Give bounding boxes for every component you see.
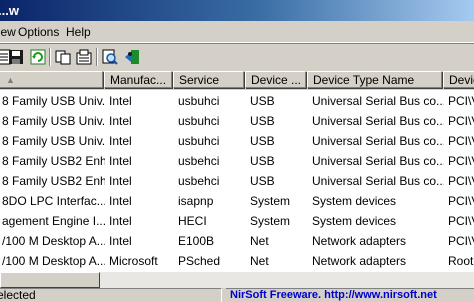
title-bar[interactable]: ...w [0,0,474,21]
column-header-service[interactable]: Service [173,71,244,88]
cell-manufacturer: Intel [109,194,132,208]
list-header: ▲ Manufac... Service Device ... Device T… [0,71,474,90]
table-row[interactable]: 8 Family USB2 Enh... Intel usbehci USB Unive… [0,171,474,191]
refresh-icon[interactable] [28,47,48,67]
cell-device-id: PCI\V [448,234,474,248]
table-row[interactable]: 8 Family USB Univ... Intel usbuhci USB Unive… [0,131,474,151]
cell-device-id: PCI\V [448,214,474,228]
cell-device-id: PCI\V [448,94,474,108]
cell-manufacturer: Intel [109,234,132,248]
cell-manufacturer: Intel [109,174,132,188]
cell-device-id: PCI\V [448,174,474,188]
menu-bar: View Options Help [0,22,474,43]
cell-device-class: System [250,194,291,208]
column-header-manufacturer[interactable]: Manufac... [104,71,172,88]
cell-device-type-name: Universal Serial Bus co... [312,134,444,148]
cell-device-class: Net [250,234,269,248]
cell-service: usbehci [178,174,220,188]
horizontal-scrollbar[interactable] [0,272,474,288]
sort-arrow-icon: ▲ [6,75,15,85]
cell-device-class: USB [250,134,275,148]
cell-device-name: 8 Family USB2 Enh... [2,154,105,168]
find-icon[interactable] [100,47,120,67]
cell-device-id: PCI\V [448,114,474,128]
report-icon[interactable] [74,47,94,67]
cell-manufacturer: Intel [109,214,132,228]
cell-device-type-name: System devices [312,214,397,228]
cell-device-class: System [250,214,291,228]
toolbar [0,43,474,72]
cell-device-name: 8 Family USB2 Enh... [2,174,105,188]
cell-device-id: PCI\V [448,134,474,148]
table-row[interactable]: agement Engine I... Intel HECI System System… [0,211,474,231]
cell-device-type-name: Network adapters [312,234,407,248]
cell-service: usbuhci [178,94,220,108]
cell-device-type-name: Network adapters [312,254,407,268]
cell-service: usbuhci [178,134,220,148]
cell-device-name: 8 Family USB Univ... [2,114,105,128]
cell-service: isapnp [178,194,214,208]
cell-manufacturer: Microsoft [109,254,158,268]
cell-device-class: USB [250,114,275,128]
cell-device-id: Root' [448,254,474,268]
column-header-device-type-name[interactable]: Device Type Name [307,71,442,88]
menu-help[interactable]: Help [66,22,91,42]
cell-device-class: Net [250,254,269,268]
copy-icon[interactable] [53,47,73,67]
cell-device-name: 8DO LPC Interfac... [2,194,105,208]
exit-icon[interactable] [122,47,142,67]
cell-device-class: USB [250,174,275,188]
toolbar-separator [49,48,51,66]
cell-device-name: /100 M Desktop A... [2,254,105,268]
cell-service: HECI [178,214,207,228]
cell-device-type-name: Universal Serial Bus co... [312,174,444,188]
save-icon[interactable] [6,47,26,67]
cell-manufacturer: Intel [109,134,132,148]
status-credit-panel: NirSoft Freeware. http://www.nirsoft.net [226,288,474,302]
scrollbar-thumb[interactable] [0,272,100,288]
cell-device-type-name: Universal Serial Bus co... [312,94,444,108]
cell-service: PSched [178,254,221,268]
cell-manufacturer: Intel [109,94,132,108]
table-row[interactable]: /100 M Desktop A... Microsoft PSched Net Net… [0,251,474,271]
status-selected-text: elected [0,288,36,302]
cell-manufacturer: Intel [109,154,132,168]
cell-device-name: 8 Family USB Univ... [2,134,105,148]
cell-device-class: USB [250,94,275,108]
toolbar-separator [96,48,98,66]
column-header-device-class[interactable]: Device ... [245,71,306,88]
device-list[interactable]: ▲ Manufac... Service Device ... Device T… [0,71,474,272]
window-title: ...w [0,3,19,18]
cell-service: E100B [178,234,215,248]
cell-device-id: PCI\V [448,194,474,208]
cell-service: usbuhci [178,114,220,128]
cell-service: usbehci [178,154,220,168]
status-bar: elected NirSoft Freeware. http://www.nir… [0,288,474,302]
cell-device-name: agement Engine I... [2,214,105,228]
cell-device-name: 8 Family USB Univ... [2,94,105,108]
nirsoft-link[interactable]: NirSoft Freeware. http://www.nirsoft.net [230,288,437,302]
column-header-device-id[interactable]: Device [443,71,474,88]
table-row[interactable]: 8DO LPC Interfac... Intel isapnp System Syst… [0,191,474,211]
table-row[interactable]: /100 M Desktop A... Intel E100B Net Network … [0,231,474,251]
table-row[interactable]: 8 Family USB Univ... Intel usbuhci USB Unive… [0,111,474,131]
status-selected-panel: elected [0,288,222,302]
cell-device-name: /100 M Desktop A... [2,234,105,248]
cell-device-id: PCI\V [448,154,474,168]
menu-view[interactable]: View [0,22,16,42]
cell-device-type-name: System devices [312,194,397,208]
menu-options[interactable]: Options [18,22,59,42]
cell-device-class: USB [250,154,275,168]
table-row[interactable]: 8 Family USB Univ... Intel usbuhci USB Unive… [0,91,474,111]
cell-device-type-name: Universal Serial Bus co... [312,114,444,128]
column-header-device-name[interactable]: ▲ [0,71,103,88]
cell-manufacturer: Intel [109,114,132,128]
table-row[interactable]: 8 Family USB2 Enh... Intel usbehci USB Unive… [0,151,474,171]
cell-device-type-name: Universal Serial Bus co... [312,154,444,168]
